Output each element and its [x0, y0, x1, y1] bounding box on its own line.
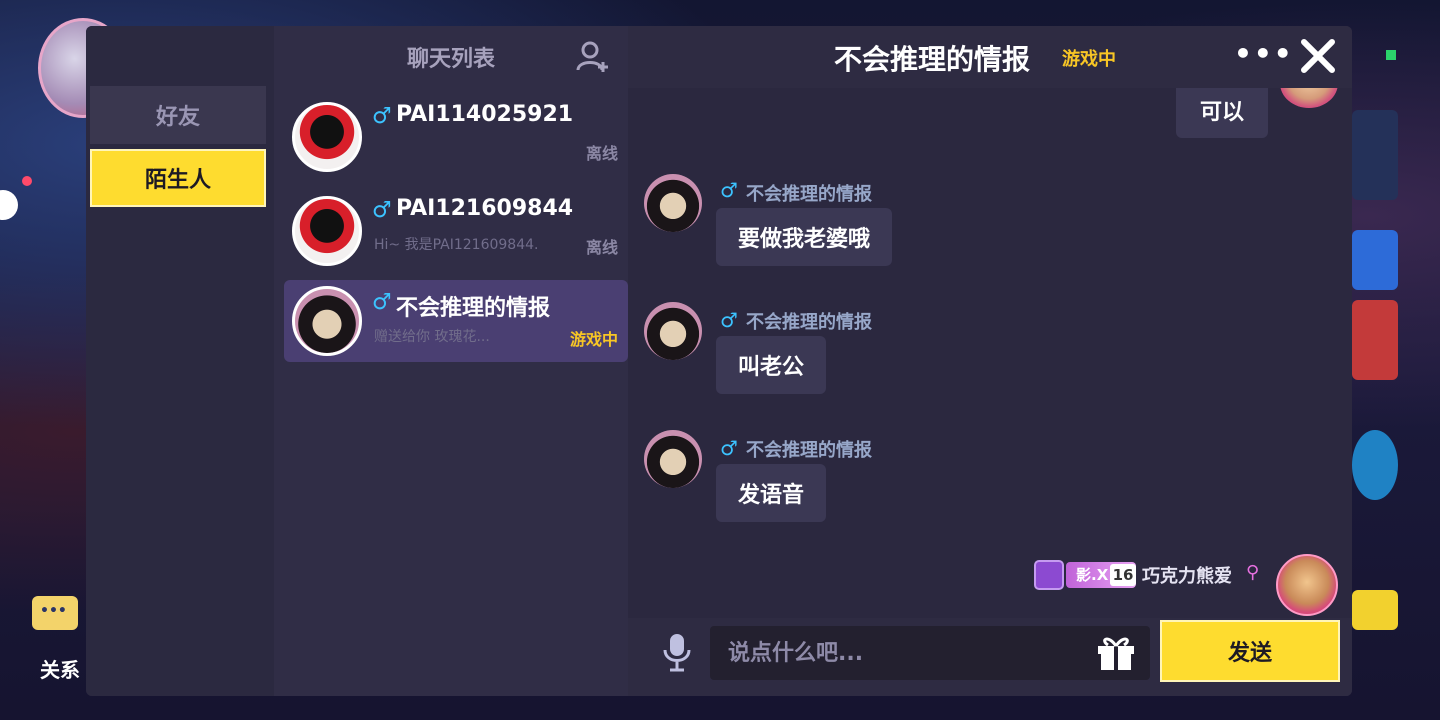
gift-icon[interactable] [1094, 632, 1138, 672]
message-bubble-self: 可以 [1176, 88, 1268, 138]
message-sender: 不会推理的情报 [746, 440, 872, 461]
avatar [644, 302, 702, 360]
tab-friends[interactable]: 好友 [90, 86, 266, 144]
chat-window: 不会推理的情报 游戏中 ••• 可以 ♂ 不会推理的情报 要做我老婆哦 ♂ 不会… [628, 26, 1352, 696]
chat-title: 不会推理的情报 [834, 43, 1031, 76]
tab-strangers[interactable]: 陌生人 [90, 149, 266, 207]
self-player-tag: 影.X 16 巧克力熊爱 ⚲ [1034, 558, 1262, 598]
message-bubble: 要做我老婆哦 [716, 208, 893, 266]
badge-icon [1034, 560, 1064, 590]
close-icon[interactable] [1298, 36, 1338, 76]
microphone-icon[interactable] [662, 632, 692, 672]
tabs-column: 好友 陌生人 [86, 26, 274, 696]
input-bar: 发送 [628, 618, 1352, 696]
message-bubble: 发语音 [716, 464, 827, 522]
male-icon: ♂ [372, 290, 392, 315]
self-name: 巧克力熊爱 [1142, 566, 1232, 587]
message-list: 可以 ♂ 不会推理的情报 要做我老婆哦 ♂ 不会推理的情报 叫老公 ♂ 不会推理… [628, 88, 1352, 618]
relation-label: 关系 [40, 658, 80, 682]
contact-status: 游戏中 [569, 330, 618, 349]
contact-name: 不会推理的情报 [396, 296, 551, 321]
male-icon: ♂ [720, 308, 738, 332]
more-icon[interactable]: ••• [1234, 40, 1292, 70]
avatar [644, 174, 702, 232]
contact-item[interactable]: ♂ PAI121609844 Hi~ 我是PAI121609844. 离线 [284, 190, 628, 272]
message-sender: 不会推理的情报 [746, 312, 872, 333]
contact-preview: Hi~ 我是PAI121609844. [374, 237, 539, 253]
avatar [292, 196, 362, 266]
add-friend-icon[interactable] [576, 40, 610, 74]
message-sender: 不会推理的情报 [746, 184, 872, 205]
contact-status: 离线 [585, 144, 618, 163]
chat-status: 游戏中 [1062, 49, 1116, 70]
contact-name: PAI114025921 [396, 102, 574, 127]
message-bubble: 叫老公 [716, 336, 827, 394]
background-side-tiles [1352, 110, 1440, 630]
contact-status: 离线 [585, 238, 618, 257]
chat-panel: 好友 陌生人 聊天列表 ♂ PAI114025921 离线 ♂ PAI12160… [86, 26, 1352, 696]
level-badge: 16 [1110, 564, 1136, 586]
chat-bubble-icon [32, 596, 78, 630]
male-icon: ♂ [372, 198, 392, 223]
avatar [644, 430, 702, 488]
male-icon: ♂ [372, 104, 392, 129]
avatar [292, 286, 362, 356]
chat-header: 不会推理的情报 游戏中 ••• [628, 26, 1352, 88]
avatar [1280, 88, 1338, 108]
chat-list: 聊天列表 ♂ PAI114025921 离线 ♂ PAI121609844 Hi… [274, 26, 628, 696]
send-button[interactable]: 发送 [1160, 620, 1340, 682]
contact-item[interactable]: ♂ PAI114025921 离线 [284, 96, 628, 178]
search-icon: ⚲ [1246, 562, 1260, 583]
wifi-icon [1380, 26, 1402, 60]
male-icon: ♂ [720, 436, 738, 460]
message-input[interactable] [710, 626, 1150, 680]
chat-list-title: 聊天列表 [406, 47, 495, 72]
avatar [292, 102, 362, 172]
contact-item[interactable]: ♂ 不会推理的情报 赠送给你 玫瑰花... 游戏中 [284, 280, 628, 362]
male-icon: ♂ [720, 178, 738, 202]
contact-name: PAI121609844 [396, 196, 574, 221]
notification-dot [22, 176, 32, 186]
contact-preview: 赠送给你 玫瑰花... [374, 329, 490, 345]
avatar [1276, 554, 1338, 616]
